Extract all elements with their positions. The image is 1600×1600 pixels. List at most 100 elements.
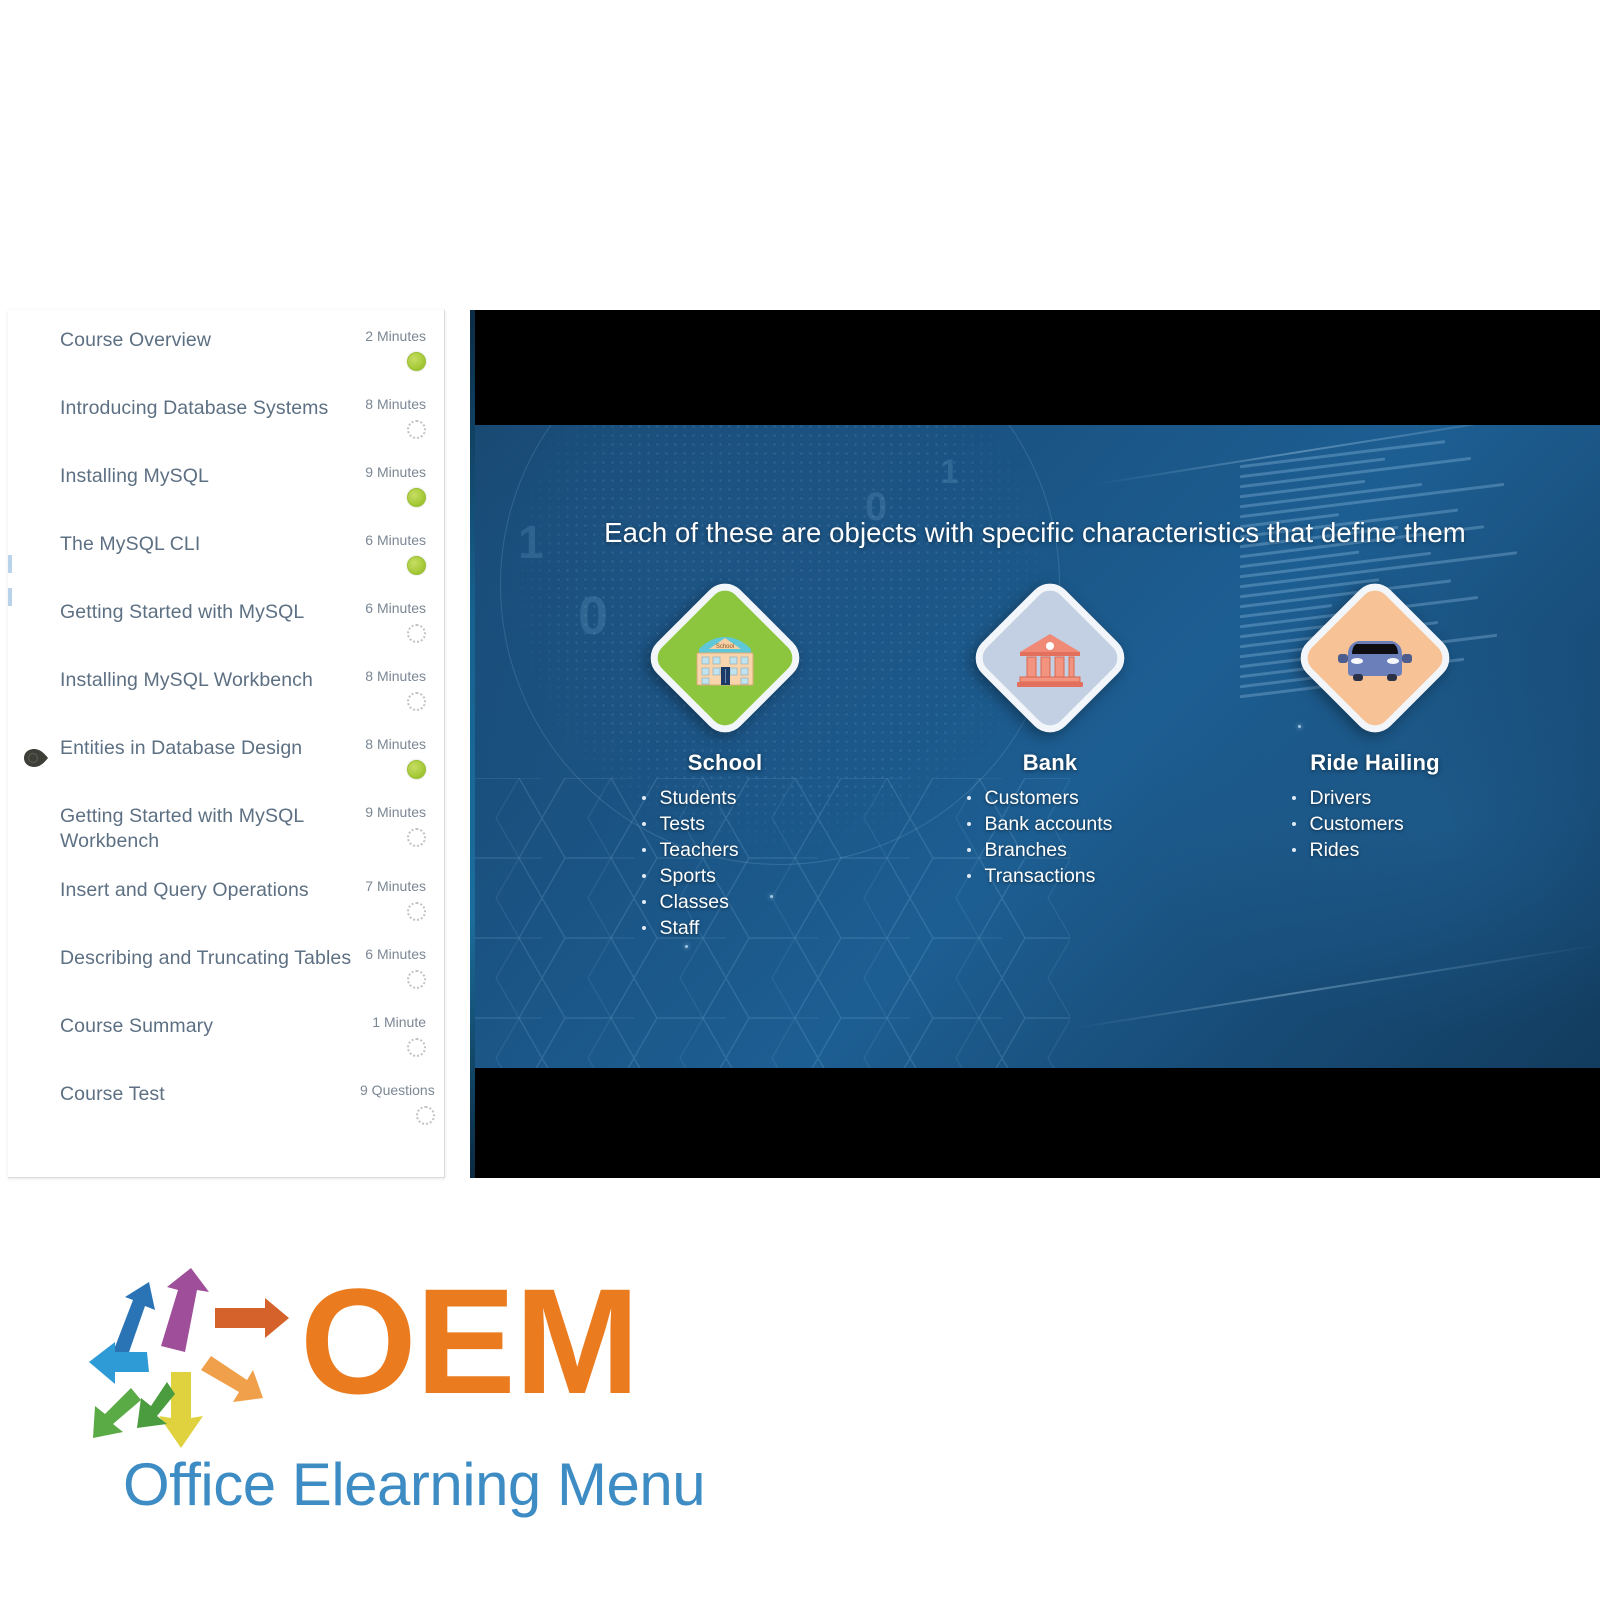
lesson-status-complete-icon[interactable] [407, 488, 426, 507]
card-bullet-item: Transactions [963, 863, 1138, 889]
lesson-row[interactable]: Course Summary 1 Minute [8, 1002, 444, 1070]
lesson-row[interactable]: Entities in Database Design 8 Minutes [8, 724, 444, 792]
player-left-edge [470, 310, 475, 1178]
lesson-duration: 9 Minutes [365, 464, 426, 480]
svg-text:School: School [716, 644, 734, 650]
lesson-duration: 9 Minutes [365, 804, 426, 820]
lesson-title[interactable]: Insert and Query Operations [60, 878, 360, 903]
card-bullet-item: Customers [963, 785, 1138, 811]
lesson-row[interactable]: Installing MySQL Workbench 8 Minutes [8, 656, 444, 724]
lesson-duration: 6 Minutes [365, 946, 426, 962]
lesson-row[interactable]: Getting Started with MySQL 6 Minutes [8, 588, 444, 656]
lesson-duration: 1 Minute [372, 1014, 426, 1030]
card-bullet-list: Customers Bank accounts Branches Transactio… [963, 785, 1138, 889]
lesson-status-incomplete-icon[interactable] [407, 970, 426, 989]
lesson-title[interactable]: Course Overview [60, 328, 360, 353]
lesson-title[interactable]: The MySQL CLI [60, 532, 360, 557]
card-title: School [687, 750, 763, 775]
object-cards-row: School School Students Tests Teachers Sports C… [600, 574, 1500, 941]
lesson-meta: 9 Questions [360, 1082, 443, 1125]
card-bullet-item: Students [638, 785, 813, 811]
lesson-row[interactable]: Course Overview 2 Minutes [8, 316, 444, 384]
lesson-status-incomplete-icon[interactable] [407, 692, 426, 711]
card-bullet-item: Teachers [638, 837, 813, 863]
lesson-title[interactable]: Course Test [60, 1082, 360, 1107]
card-bullet-item: Staff [638, 915, 813, 941]
lesson-title[interactable]: Entities in Database Design [60, 736, 360, 761]
lesson-meta: 6 Minutes [360, 532, 434, 575]
card-bullet-item: Classes [638, 889, 813, 915]
course-lesson-list: Course Overview 2 Minutes Introducing Data… [8, 310, 444, 1138]
car-icon [1336, 632, 1414, 684]
lesson-duration: 8 Minutes [365, 668, 426, 684]
card-diamond-wrapper [1291, 574, 1459, 741]
lesson-title[interactable]: Getting Started with MySQL [60, 600, 360, 625]
card-bullet-item: Rides [1288, 837, 1463, 863]
logo-wordmark: OEM [300, 1257, 640, 1425]
object-card: Ride Hailing Drivers Customers Rides [1250, 574, 1500, 941]
lesson-duration: 8 Minutes [365, 396, 426, 412]
lesson-row[interactable]: Getting Started with MySQL Workbench 9 Mi… [8, 792, 444, 866]
lesson-duration: 2 Minutes [365, 328, 426, 344]
lesson-duration: 7 Minutes [365, 878, 426, 894]
card-diamond-wrapper [966, 574, 1134, 741]
lesson-status-complete-icon[interactable] [407, 556, 426, 575]
lesson-status-incomplete-icon[interactable] [407, 828, 426, 847]
lesson-status-complete-icon[interactable] [407, 760, 426, 779]
object-card: School School Students Tests Teachers Sports C… [600, 574, 850, 941]
letterbox-bottom [470, 1068, 1600, 1178]
lesson-title[interactable]: Describing and Truncating Tables [60, 946, 360, 971]
lesson-duration: 6 Minutes [365, 532, 426, 548]
slide-canvas: 1 0 0 1 Each of these are objects with s… [470, 425, 1600, 1068]
letterbox-top [470, 310, 1600, 425]
video-player[interactable]: 1 0 0 1 Each of these are objects with s… [470, 310, 1600, 1178]
circular-arrows-icon [75, 1260, 305, 1480]
lesson-status-incomplete-icon[interactable] [407, 420, 426, 439]
card-bullet-item: Branches [963, 837, 1138, 863]
lesson-status-incomplete-icon[interactable] [415, 1106, 435, 1125]
lesson-row[interactable]: Course Test 9 Questions [8, 1070, 444, 1138]
lesson-duration: 8 Minutes [365, 736, 426, 752]
page-root: Course Overview 2 Minutes Introducing Data… [0, 0, 1600, 1600]
lesson-meta: 1 Minute [360, 1014, 434, 1057]
lesson-status-incomplete-icon[interactable] [407, 1038, 426, 1057]
card-bullet-item: Drivers [1288, 785, 1463, 811]
card-title: Ride Hailing [1310, 750, 1440, 775]
school-building-icon: School [689, 629, 761, 687]
bank-building-icon [1014, 628, 1086, 688]
background-digit-1b: 1 [940, 453, 959, 491]
card-bullet-item: Tests [638, 811, 813, 837]
lesson-row[interactable]: Describing and Truncating Tables 6 Minute… [8, 934, 444, 1002]
card-diamond-shape [966, 574, 1134, 741]
lesson-row[interactable]: Insert and Query Operations 7 Minutes [8, 866, 444, 934]
lesson-status-incomplete-icon[interactable] [407, 624, 426, 643]
lesson-status-incomplete-icon[interactable] [407, 902, 426, 921]
lesson-title[interactable]: Installing MySQL Workbench [60, 668, 360, 693]
card-bullet-list: Drivers Customers Rides [1288, 785, 1463, 863]
course-outline-sidebar[interactable]: Course Overview 2 Minutes Introducing Data… [8, 310, 445, 1178]
logo-tagline: Office Elearning Menu [123, 1451, 706, 1518]
lesson-row[interactable]: The MySQL CLI 6 Minutes [8, 520, 444, 588]
lesson-title[interactable]: Course Summary [60, 1014, 360, 1039]
lesson-meta: 6 Minutes [360, 946, 434, 989]
slide-headline: Each of these are objects with specific … [604, 517, 1466, 548]
card-diamond-wrapper: School [641, 574, 809, 741]
card-diamond-shape [1291, 574, 1459, 741]
lesson-title[interactable]: Getting Started with MySQL Workbench [60, 804, 360, 854]
lesson-row[interactable]: Introducing Database Systems 8 Minutes [8, 384, 444, 452]
lesson-meta: 2 Minutes [360, 328, 434, 371]
lesson-meta: 6 Minutes [360, 600, 434, 643]
lesson-title[interactable]: Installing MySQL [60, 464, 360, 489]
lesson-duration: 9 Questions [360, 1082, 435, 1098]
lesson-row[interactable]: Installing MySQL 9 Minutes [8, 452, 444, 520]
oem-logo: OEM Office Elearning Menu [75, 1250, 775, 1560]
sparkle-4 [685, 945, 688, 948]
lesson-meta: 9 Minutes [360, 464, 434, 507]
lesson-duration: 6 Minutes [365, 600, 426, 616]
lesson-meta: 9 Minutes [360, 804, 434, 847]
lesson-meta: 8 Minutes [360, 736, 434, 779]
lesson-title[interactable]: Introducing Database Systems [60, 396, 360, 421]
card-bullet-item: Bank accounts [963, 811, 1138, 837]
card-bullet-list: Students Tests Teachers Sports Classes Staff [638, 785, 813, 941]
lesson-status-complete-icon[interactable] [407, 352, 426, 371]
